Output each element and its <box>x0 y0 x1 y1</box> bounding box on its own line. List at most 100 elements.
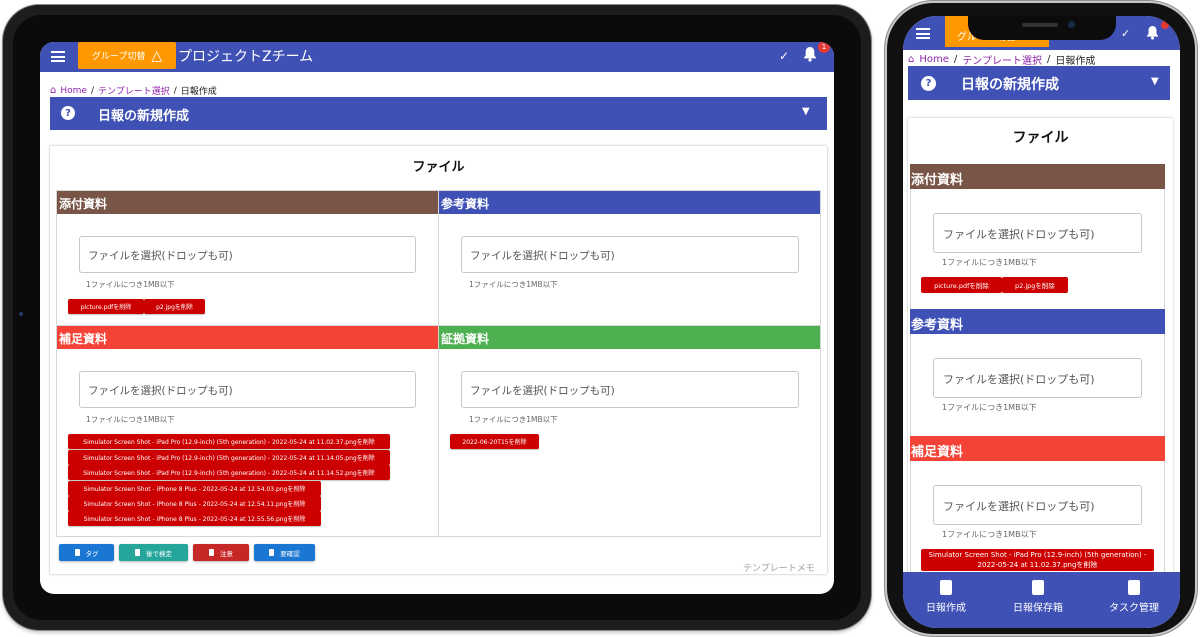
breadcrumb-separator: / <box>1046 54 1051 65</box>
bottom-nav: 日報作成 日報保存箱 タスク管理 <box>903 572 1180 628</box>
iphone-notch <box>968 16 1116 40</box>
check-later-button[interactable]: 後で検定 <box>119 544 188 561</box>
breadcrumb-current: 日報作成 <box>1055 56 1096 67</box>
help-icon[interactable]: ? <box>61 106 75 120</box>
nav-create-report[interactable]: 日報作成 <box>906 580 986 614</box>
section-body-reference: ファイルを選択(ドロップも可) 1ファイルにつき1MB以下 <box>910 334 1165 436</box>
nav-task-management[interactable]: タスク管理 <box>1094 580 1174 614</box>
notification-badge: 1 <box>818 42 830 53</box>
check-icon[interactable]: ✓ <box>779 49 789 63</box>
chevron-down-icon[interactable]: ▼ <box>802 106 810 117</box>
notification-dot <box>1161 21 1169 29</box>
delete-file-chip[interactable]: Simulator Screen Shot - iPhone 8 Plus - … <box>68 496 321 511</box>
delete-file-chip[interactable]: Simulator Screen Shot - iPhone 8 Plus - … <box>68 511 321 526</box>
breadcrumb-home[interactable]: Home <box>60 86 87 96</box>
check-later-button-label: 後で検定 <box>146 549 172 558</box>
file-size-hint: 1ファイルにつき1MB以下 <box>469 415 558 424</box>
ipad-screen: グループ切替 △ プロジェクトZチーム ✓ 1 ⌂ Home / テンプレート選… <box>40 42 834 594</box>
needs-review-button[interactable]: 要確認 <box>254 544 315 561</box>
section-body-supplement: ファイルを選択(ドロップも可) 1ファイルにつき1MB以下 Simulator … <box>910 461 1165 588</box>
page-header[interactable]: ? 日報の新規作成 ▼ <box>908 66 1170 100</box>
needs-review-button-label: 要確認 <box>280 549 300 558</box>
bell-icon[interactable] <box>803 46 817 62</box>
template-memo[interactable]: テンプレートメモ <box>743 561 815 574</box>
bell-icon[interactable] <box>1146 25 1159 40</box>
delete-file-chip[interactable]: 2022-06-20T15を削除 <box>450 434 539 449</box>
nav-label: 日報作成 <box>926 603 966 614</box>
file-input-evidence[interactable]: ファイルを選択(ドロップも可) <box>461 371 799 408</box>
delete-file-chip[interactable]: Simulator Screen Shot - iPad Pro (12.9-i… <box>921 549 1154 571</box>
trash-icon <box>269 549 275 556</box>
breadcrumb-template-select[interactable]: テンプレート選択 <box>962 52 1042 67</box>
ipad-camera <box>19 312 23 316</box>
file-size-hint: 1ファイルにつき1MB以下 <box>86 415 175 424</box>
trash-icon <box>74 549 80 556</box>
breadcrumb-template-select[interactable]: テンプレート選択 <box>98 84 170 97</box>
chevron-down-icon[interactable]: ▼ <box>1151 76 1159 87</box>
archive-box-icon <box>1032 580 1044 595</box>
delete-file-chip[interactable]: picture.pdfを削除 <box>68 299 144 314</box>
delete-file-chip[interactable]: Simulator Screen Shot - iPhone 8 Plus - … <box>68 481 321 496</box>
nav-report-storage[interactable]: 日報保存箱 <box>998 580 1078 614</box>
home-icon[interactable]: ⌂ <box>50 85 56 96</box>
home-icon[interactable]: ⌂ <box>908 54 914 65</box>
file-input-supplement[interactable]: ファイルを選択(ドロップも可) <box>79 371 416 408</box>
delete-file-chip[interactable]: p2.jpgを削除 <box>144 299 205 314</box>
iphone-screen: グループ切替 ✓ ⌂ Home / テンプレート選択 / 日報作成 ? 日報の新… <box>903 16 1180 628</box>
warning-triangle-icon: △ <box>151 47 163 64</box>
breadcrumb: ⌂ Home / テンプレート選択 / 日報作成 <box>908 52 1095 67</box>
tag-button[interactable]: タグ <box>59 544 114 561</box>
card-title: ファイル <box>412 160 465 175</box>
iphone-speaker <box>1022 23 1058 27</box>
divider <box>438 191 439 536</box>
delete-file-chip[interactable]: p2.jpgを削除 <box>1002 277 1068 293</box>
section-header-supplement: 補足資料 <box>57 326 438 349</box>
file-add-icon <box>940 580 952 595</box>
caution-button[interactable]: 注意 <box>193 544 249 561</box>
task-settings-icon <box>1128 580 1140 595</box>
group-switch-button[interactable]: グループ切替 △ <box>78 42 176 69</box>
breadcrumb-separator: / <box>90 85 94 96</box>
section-header-reference: 参考資料 <box>439 191 820 214</box>
help-icon[interactable]: ? <box>921 76 936 91</box>
file-input-reference[interactable]: ファイルを選択(ドロップも可) <box>461 236 799 273</box>
tag-button-label: タグ <box>85 549 99 558</box>
section-body-attached: ファイルを選択(ドロップも可) 1ファイルにつき1MB以下 picture.pd… <box>910 189 1165 309</box>
delete-file-chip[interactable]: Simulator Screen Shot - iPad Pro (12.9-i… <box>68 434 390 449</box>
file-size-hint: 1ファイルにつき1MB以下 <box>942 403 1037 412</box>
nav-label: タスク管理 <box>1109 603 1159 614</box>
nav-label: 日報保存箱 <box>1013 603 1063 614</box>
breadcrumb-home[interactable]: Home <box>919 54 949 65</box>
card-title: ファイル <box>1012 130 1069 146</box>
breadcrumb: ⌂ Home / テンプレート選択 / 日報作成 <box>50 84 217 97</box>
menu-icon[interactable] <box>916 28 930 39</box>
check-icon[interactable]: ✓ <box>1121 27 1130 40</box>
file-input-attached[interactable]: ファイルを選択(ドロップも可) <box>79 236 416 273</box>
caution-button-label: 注意 <box>220 549 233 558</box>
delete-file-chip[interactable]: Simulator Screen Shot - iPad Pro (12.9-i… <box>68 450 390 465</box>
trash-icon <box>209 549 214 556</box>
file-card: ファイル 添付資料 ファイルを選択(ドロップも可) 1ファイルにつき1MB以下 … <box>908 118 1173 588</box>
team-name: プロジェクトZチーム <box>178 49 314 65</box>
app-bar: グループ切替 △ プロジェクトZチーム ✓ 1 <box>40 42 834 72</box>
file-size-hint: 1ファイルにつき1MB以下 <box>86 280 175 289</box>
page-header[interactable]: ? 日報の新規作成 ▼ <box>50 97 827 130</box>
delete-file-chip-line: 2022-05-24 at 11.02.37.pngを削除 <box>977 561 1098 569</box>
section-header-reference: 参考資料 <box>910 309 1165 334</box>
file-input-reference[interactable]: ファイルを選択(ドロップも可) <box>933 358 1142 398</box>
breadcrumb-separator: / <box>173 85 177 96</box>
file-input-attached[interactable]: ファイルを選択(ドロップも可) <box>933 213 1142 253</box>
trash-icon <box>135 549 140 556</box>
page-title: 日報の新規作成 <box>961 77 1059 93</box>
section-header-supplement: 補足資料 <box>910 436 1165 461</box>
file-size-hint: 1ファイルにつき1MB以下 <box>942 530 1037 539</box>
delete-file-chip[interactable]: Simulator Screen Shot - iPad Pro (12.9-i… <box>68 465 390 480</box>
menu-icon[interactable] <box>51 51 65 62</box>
section-header-attached: 添付資料 <box>57 191 438 214</box>
delete-file-chip[interactable]: picture.pdfを削除 <box>921 277 1002 293</box>
section-header-attached: 添付資料 <box>910 164 1165 189</box>
file-input-supplement[interactable]: ファイルを選択(ドロップも可) <box>933 485 1142 525</box>
delete-file-chip-line: Simulator Screen Shot - iPad Pro (12.9-i… <box>928 551 1147 559</box>
iphone-camera <box>1068 21 1075 28</box>
section-header-evidence: 証拠資料 <box>439 326 820 349</box>
